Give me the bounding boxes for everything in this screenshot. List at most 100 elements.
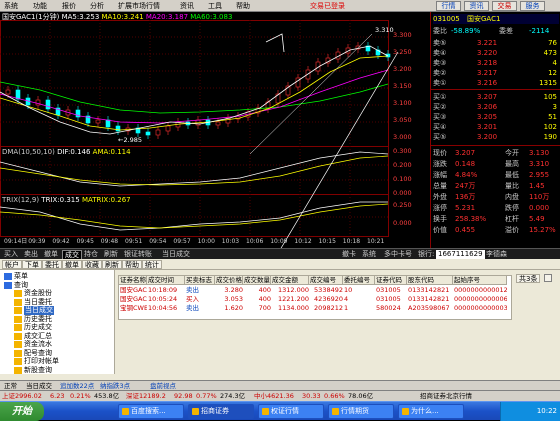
book-volume: 12 (548, 69, 557, 77)
time-tick: 10:06 (246, 238, 264, 245)
dma-tick: 0.300 (393, 147, 412, 155)
book-row[interactable]: 买④ 3.201 102 (433, 122, 559, 132)
account-field[interactable]: 1667111629 (436, 250, 485, 259)
column-header[interactable]: 成交金额 (271, 276, 309, 285)
sh-index[interactable]: 上证2996.02 (2, 391, 42, 401)
book-row[interactable]: 卖① 3.216 1315 (433, 78, 559, 88)
stat-row: 涨停 5.231 跌停 0.000 (433, 203, 559, 213)
folder-icon (14, 341, 22, 348)
quote-button[interactable]: 行情 (436, 1, 461, 11)
kline-chart[interactable]: 国安GAC1(1分钟) MA5:3.253 MA10:3.241 MA20:3.… (0, 12, 430, 248)
table-row[interactable]: 国安GAC110:18:09 卖出 3.280 400 1312.000 53384921… (119, 286, 507, 295)
tab-sell[interactable]: 卖出 (22, 250, 40, 259)
column-header[interactable]: 委托编号 (343, 276, 375, 285)
order-button[interactable]: 下单 (22, 260, 42, 269)
menu-analysis[interactable]: 分析 (90, 1, 104, 11)
tab-multi-card[interactable]: 多中卡号 (382, 250, 414, 259)
menu-icon (4, 273, 12, 280)
column-header[interactable]: 证券代码 (375, 276, 407, 285)
menu-system[interactable]: 系统 (4, 1, 18, 11)
weicha-label: 委差 (499, 27, 513, 35)
tab-refresh[interactable]: 刷新 (102, 250, 120, 259)
book-row[interactable]: 买① 3.207 105 (433, 92, 559, 102)
stock-name: 国安GAC1 (467, 15, 501, 23)
folder-icon (14, 290, 22, 297)
book-row[interactable]: 买⑤ 3.200 190 (433, 132, 559, 142)
candle (215, 121, 221, 126)
zx-index[interactable]: 中小4621.36 (254, 391, 294, 401)
table-cell: 10:04:56 (148, 304, 178, 312)
column-header[interactable]: 证券名称 (119, 276, 147, 285)
column-header[interactable]: 成交编号 (309, 276, 343, 285)
tab-position[interactable]: 持仓 (82, 250, 100, 259)
favorite-button[interactable]: 收藏 (82, 260, 102, 269)
tab-card[interactable]: 撤卡 (340, 250, 358, 259)
column-header[interactable]: 成交时间 (147, 276, 185, 285)
tab-transfer[interactable]: 银证转账 (122, 250, 154, 259)
book-row[interactable]: 卖② 3.217 12 (433, 68, 559, 78)
trade-button[interactable]: 交易 (492, 1, 517, 11)
taskbar-item[interactable]: 招商证券 (188, 404, 254, 419)
taskbar-item[interactable]: 为什么... (398, 404, 464, 419)
column-header[interactable]: 成交数量 (243, 276, 271, 285)
sz-index[interactable]: 深证12189.2 (126, 391, 166, 401)
column-header[interactable]: 股东代码 (407, 276, 453, 285)
refresh-button[interactable]: 刷新 (102, 260, 122, 269)
menu-quote[interactable]: 报价 (62, 1, 76, 11)
menu-function[interactable]: 功能 (33, 1, 47, 11)
stats-button[interactable]: 统计 (142, 260, 162, 269)
menu-info[interactable]: 资讯 (180, 1, 194, 11)
table-row[interactable]: 国安GAC110:05:24 买入 3.053 400 1221.200 42369204… (119, 295, 507, 304)
menu-ext-market[interactable]: 扩展市场行情 (118, 1, 160, 11)
stat-value: 136万 (455, 193, 476, 201)
book-row[interactable]: 卖③ 3.218 4 (433, 58, 559, 68)
table-row[interactable]: 宝钢CWB110:04:56 卖出 1.620 700 1134.000 20982121… (119, 304, 507, 313)
book-volume: 3 (552, 103, 557, 111)
book-row[interactable]: 买③ 3.205 51 (433, 112, 559, 122)
table-cell: 3.053 (224, 295, 243, 303)
trade-menu-tree: 菜单 查询 资金股份 当日委托 当日成交 历史委托 历史成交 成交汇总 资金流水 配号查询 打印对帐… (0, 270, 115, 374)
book-row[interactable]: 卖④ 3.220 473 (433, 48, 559, 58)
stat-value: 3.130 (529, 149, 550, 157)
tab-system[interactable]: 系统 (360, 250, 378, 259)
column-header[interactable]: 起始序号 (453, 276, 507, 285)
chart-canvas (0, 20, 399, 248)
book-price: 3.201 (477, 123, 498, 131)
book-divider (431, 89, 560, 90)
menu-tools[interactable]: 工具 (208, 1, 222, 11)
info-button[interactable]: 资讯 (464, 1, 489, 11)
service-button[interactable]: 服务 (520, 1, 545, 11)
stat-row: 现价 3.207 今开 3.130 (433, 148, 559, 158)
column-header[interactable]: 买卖标志 (185, 276, 215, 285)
table-cell: A203598067 (408, 304, 450, 312)
taskbar-item[interactable]: 权证行情 (258, 404, 324, 419)
time-tick: 09:14日 (4, 238, 28, 245)
table-cell: 0000000000012 (454, 286, 507, 294)
candle (105, 119, 111, 128)
book-row[interactable]: 卖⑤ 3.221 76 (433, 38, 559, 48)
high-marker: 3.310 (375, 26, 394, 34)
start-button[interactable]: 开始 (0, 402, 44, 421)
dif-value: DIF:0.146 (57, 148, 91, 156)
tab-today-deals[interactable]: 当日成交 (160, 250, 192, 259)
stat-label: 内盘 (505, 193, 519, 201)
entrust-button[interactable]: 委托 (42, 260, 62, 269)
status-bar: 正常 当日成交 追加数22点 纳指跌3点 盘前视点 (0, 380, 560, 390)
cancel-order-button[interactable]: 撤单 (62, 260, 82, 269)
book-level-label: 卖① (433, 79, 447, 87)
menu-help[interactable]: 帮助 (236, 1, 250, 11)
account-button[interactable]: 帐户 (2, 260, 22, 269)
taskbar-item[interactable]: 行情期货 (328, 404, 394, 419)
table-cell: 580024 (376, 304, 401, 312)
trix-legend: TRIX(12,9) TRIX:0.315 MATRIX:0.267 (2, 196, 131, 204)
tab-deals[interactable]: 成交 (62, 250, 82, 259)
stat-label: 杠杆 (505, 215, 519, 223)
tab-cancel[interactable]: 撤单 (42, 250, 60, 259)
help-button[interactable]: 帮助 (122, 260, 142, 269)
print-icon[interactable] (544, 274, 552, 282)
tab-buy[interactable]: 买入 (2, 250, 20, 259)
book-row[interactable]: 买② 3.206 3 (433, 102, 559, 112)
taskbar-item[interactable]: 百度搜索... (118, 404, 184, 419)
table-cell: 1 (344, 304, 349, 312)
column-header[interactable]: 成交价格 (215, 276, 243, 285)
